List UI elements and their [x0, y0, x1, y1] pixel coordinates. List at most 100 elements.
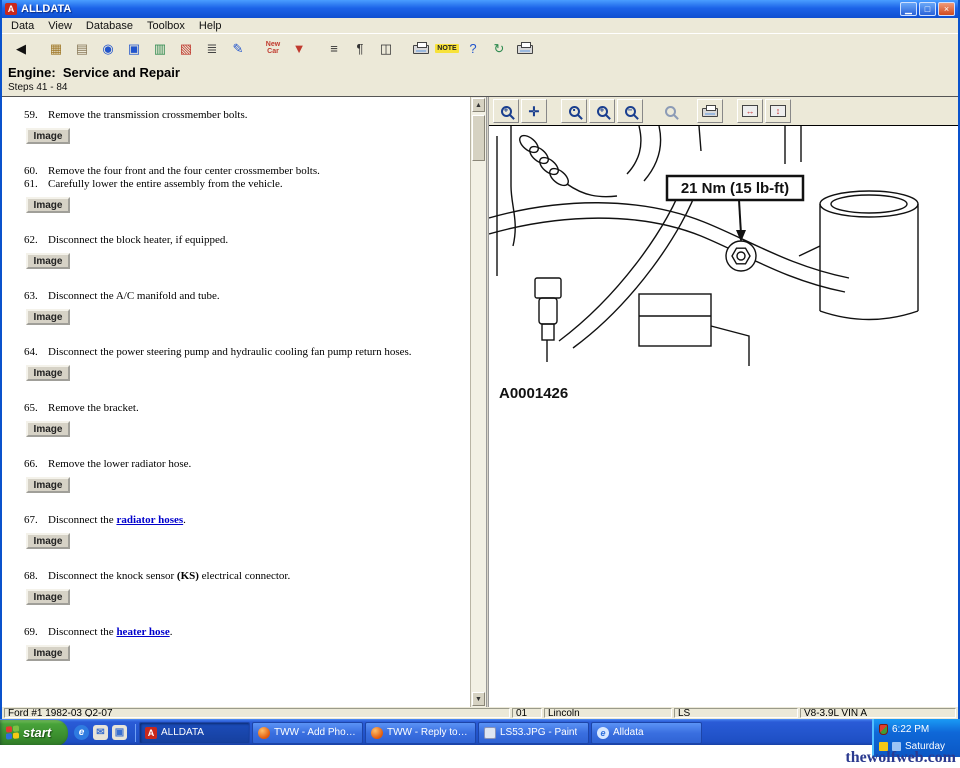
step-row: 63.Disconnect the A/C manifold and tube.	[24, 290, 458, 303]
step-row: 69.Disconnect the heater hose.	[24, 626, 458, 639]
image-button[interactable]: Image	[26, 253, 70, 269]
maximize-button[interactable]: □	[919, 2, 936, 16]
menu-help[interactable]: Help	[192, 20, 229, 32]
mail-icon[interactable]: ✉	[93, 725, 108, 740]
engine-icon-glyph: ▤	[76, 42, 88, 55]
new-car-icon[interactable]: New Car	[260, 36, 286, 60]
step-group: 59.Remove the transmission crossmember b…	[24, 109, 458, 144]
step-text: Remove the transmission crossmember bolt…	[46, 109, 458, 122]
status-field: LS	[674, 708, 798, 718]
step-text: Disconnect the knock sensor (KS) electri…	[46, 570, 458, 583]
mag-symbol: −	[628, 107, 633, 115]
pan-button[interactable]: ✛	[521, 99, 547, 123]
menu-data[interactable]: Data	[4, 20, 41, 32]
image-view-icon[interactable]: ◫	[373, 36, 399, 60]
image-button[interactable]: Image	[26, 421, 70, 437]
quick-launch: e ✉ ▣	[68, 725, 133, 740]
scroll-up-button[interactable]: ▲	[472, 98, 485, 112]
watermark: thewolfweb.com	[845, 749, 956, 767]
help-button[interactable]: ?	[460, 36, 486, 60]
desktop: A ALLDATA ▁ □ × DataViewDatabaseToolboxH…	[0, 0, 960, 768]
task-button[interactable]: eAlldata	[591, 722, 702, 744]
image-button[interactable]: Image	[26, 128, 70, 144]
image-viewer-panel: +✛▪+−↔↕	[489, 97, 958, 707]
image-button[interactable]: Image	[26, 309, 70, 325]
article-icon[interactable]: ≣	[199, 36, 225, 60]
search-icon[interactable]: ◉	[95, 36, 121, 60]
step-text-segment: .	[183, 514, 186, 526]
marquee-zoom-button-icon: ▪	[569, 106, 580, 117]
year-make-icon[interactable]: ▦	[43, 36, 69, 60]
step-text-segment: Remove the lower radiator hose.	[48, 458, 191, 470]
image-button[interactable]: Image	[26, 477, 70, 493]
zoom-in-button[interactable]: +	[493, 99, 519, 123]
paragraph-view-icon[interactable]: ¶	[347, 36, 373, 60]
step-number: 66.	[24, 458, 46, 471]
step-text-segment: Disconnect the	[48, 626, 116, 638]
fit-height-button[interactable]: ↕	[765, 99, 791, 123]
menu-view[interactable]: View	[41, 20, 79, 32]
page-title: Engine: Service and Repair	[8, 65, 952, 80]
paint-icon	[484, 727, 496, 739]
task-button-label: Alldata	[613, 727, 644, 738]
image-toolbar: +✛▪+−↔↕	[489, 97, 958, 126]
image-button[interactable]: Image	[26, 197, 70, 213]
scroll-down-button[interactable]: ▼	[472, 692, 485, 706]
step-number: 65.	[24, 402, 46, 415]
internet-explorer-icon[interactable]: e	[74, 725, 89, 740]
menu-database[interactable]: Database	[79, 20, 140, 32]
show-desktop-icon[interactable]: ▣	[112, 725, 127, 740]
select-vehicle-icon[interactable]: ▼	[286, 36, 312, 60]
parts-icon[interactable]: ▧	[173, 36, 199, 60]
page-header: Engine: Service and Repair Steps 41 - 84	[2, 62, 958, 96]
start-button[interactable]: start	[0, 720, 68, 746]
menu-toolbox[interactable]: Toolbox	[140, 20, 192, 32]
image-button[interactable]: Image	[26, 533, 70, 549]
image-button[interactable]: Image	[26, 589, 70, 605]
minimize-button[interactable]: ▁	[900, 2, 917, 16]
monitor-icon[interactable]: ▣	[121, 36, 147, 60]
article-icon-glyph: ≣	[207, 42, 218, 55]
step-group: 65.Remove the bracket.Image	[24, 402, 458, 437]
vertical-scrollbar[interactable]: ▲ ▼	[470, 97, 486, 707]
refresh-button[interactable]: ↻	[486, 36, 512, 60]
back-button[interactable]: ◀	[8, 36, 34, 60]
watermark-strip	[0, 745, 960, 768]
step-number: 69.	[24, 626, 46, 639]
dynamic-zoom-button[interactable]: +	[589, 99, 615, 123]
start-button-label: start	[23, 725, 51, 740]
list-view-icon-glyph: ≡	[330, 42, 338, 55]
step-text: Disconnect the radiator hoses.	[46, 514, 458, 527]
print-image-button[interactable]	[697, 99, 723, 123]
note-button[interactable]: NOTE	[434, 36, 460, 60]
close-button[interactable]: ×	[938, 2, 955, 16]
marquee-zoom-button[interactable]: ▪	[561, 99, 587, 123]
list-view-icon[interactable]: ≡	[321, 36, 347, 60]
task-button[interactable]: LS53.JPG - Paint	[478, 722, 589, 744]
zoom-out-button[interactable]: −	[617, 99, 643, 123]
image-button[interactable]: Image	[26, 365, 70, 381]
engine-icon[interactable]: ▤	[69, 36, 95, 60]
print-button[interactable]	[408, 36, 434, 60]
task-button[interactable]: TWW - Reply to Topic...	[365, 722, 476, 744]
scrollbar-thumb[interactable]	[472, 115, 485, 161]
step-link[interactable]: heater hose	[116, 626, 169, 638]
step-text-segment: Disconnect the knock sensor	[48, 570, 177, 582]
title-bar[interactable]: A ALLDATA ▁ □ ×	[2, 0, 958, 18]
fit-width-button-icon: ↔	[742, 105, 758, 117]
quick-launch-divider	[135, 724, 136, 742]
step-text: Disconnect the block heater, if equipped…	[46, 234, 458, 247]
fit-width-button[interactable]: ↔	[737, 99, 763, 123]
task-button[interactable]: AALLDATA	[139, 722, 250, 744]
task-button[interactable]: TWW - Add Photos - ...	[252, 722, 363, 744]
step-link[interactable]: radiator hoses	[116, 514, 183, 526]
security-shield-icon[interactable]	[879, 724, 888, 735]
pen-icon[interactable]: ✎	[225, 36, 251, 60]
image-button[interactable]: Image	[26, 645, 70, 661]
print-setup-button[interactable]	[512, 36, 538, 60]
step-text: Disconnect the A/C manifold and tube.	[46, 290, 458, 303]
engine-diagram: 21 Nm (15 lb-ft) A0001426	[489, 126, 958, 426]
figure-id: A0001426	[499, 385, 568, 402]
select-vehicle-icon-glyph: ▼	[293, 42, 306, 55]
tsb-icon[interactable]: ▥	[147, 36, 173, 60]
